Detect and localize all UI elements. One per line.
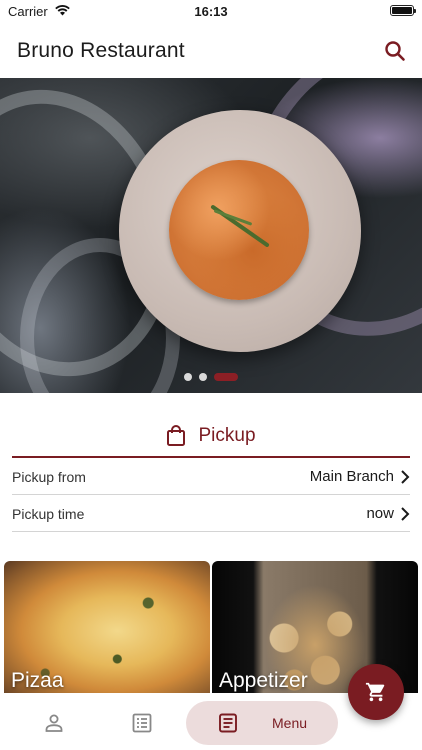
battery-icon: [390, 5, 416, 16]
category-label: Appetizer: [219, 669, 308, 692]
hero-dish-image: [169, 160, 309, 300]
cart-button[interactable]: [348, 664, 404, 720]
nav-menu-button[interactable]: Menu: [186, 701, 338, 745]
pickup-header[interactable]: Pickup: [12, 416, 410, 458]
category-label: Pizaa: [11, 669, 64, 692]
orders-list-icon: [132, 713, 152, 733]
pickup-from-value: Main Branch: [309, 468, 394, 485]
person-icon: [45, 714, 63, 732]
chevron-right-icon: [401, 506, 410, 521]
status-time: 16:13: [194, 4, 228, 19]
menu-icon: [219, 713, 237, 733]
carousel-indicator: [0, 373, 422, 381]
app-title: Bruno Restaurant: [17, 39, 185, 62]
chevron-right-icon: [401, 469, 410, 484]
category-card-pizza[interactable]: Pizaa: [4, 561, 210, 701]
pickup-time-value: now: [366, 505, 394, 522]
app-bar: Bruno Restaurant: [0, 22, 422, 78]
carousel-dot-active[interactable]: [214, 373, 238, 381]
cart-icon: [365, 682, 385, 702]
pickup-from-label: Pickup from: [12, 468, 86, 485]
pickup-time-label: Pickup time: [12, 505, 85, 522]
shopping-bag-icon: [167, 425, 186, 446]
hero-carousel[interactable]: [0, 78, 422, 393]
nav-menu-label: Menu: [272, 715, 308, 731]
pickup-title: Pickup: [198, 425, 256, 446]
pickup-from-row[interactable]: Pickup from Main Branch: [12, 459, 410, 495]
nav-orders-button[interactable]: [124, 701, 160, 745]
carousel-dot[interactable]: [199, 373, 207, 381]
pickup-time-row[interactable]: Pickup time now: [12, 496, 410, 532]
search-icon: [385, 41, 405, 61]
status-bar: Carrier 16:13: [0, 0, 422, 22]
nav-profile-button[interactable]: [36, 701, 72, 745]
carousel-dot[interactable]: [184, 373, 192, 381]
search-button[interactable]: [380, 36, 410, 66]
